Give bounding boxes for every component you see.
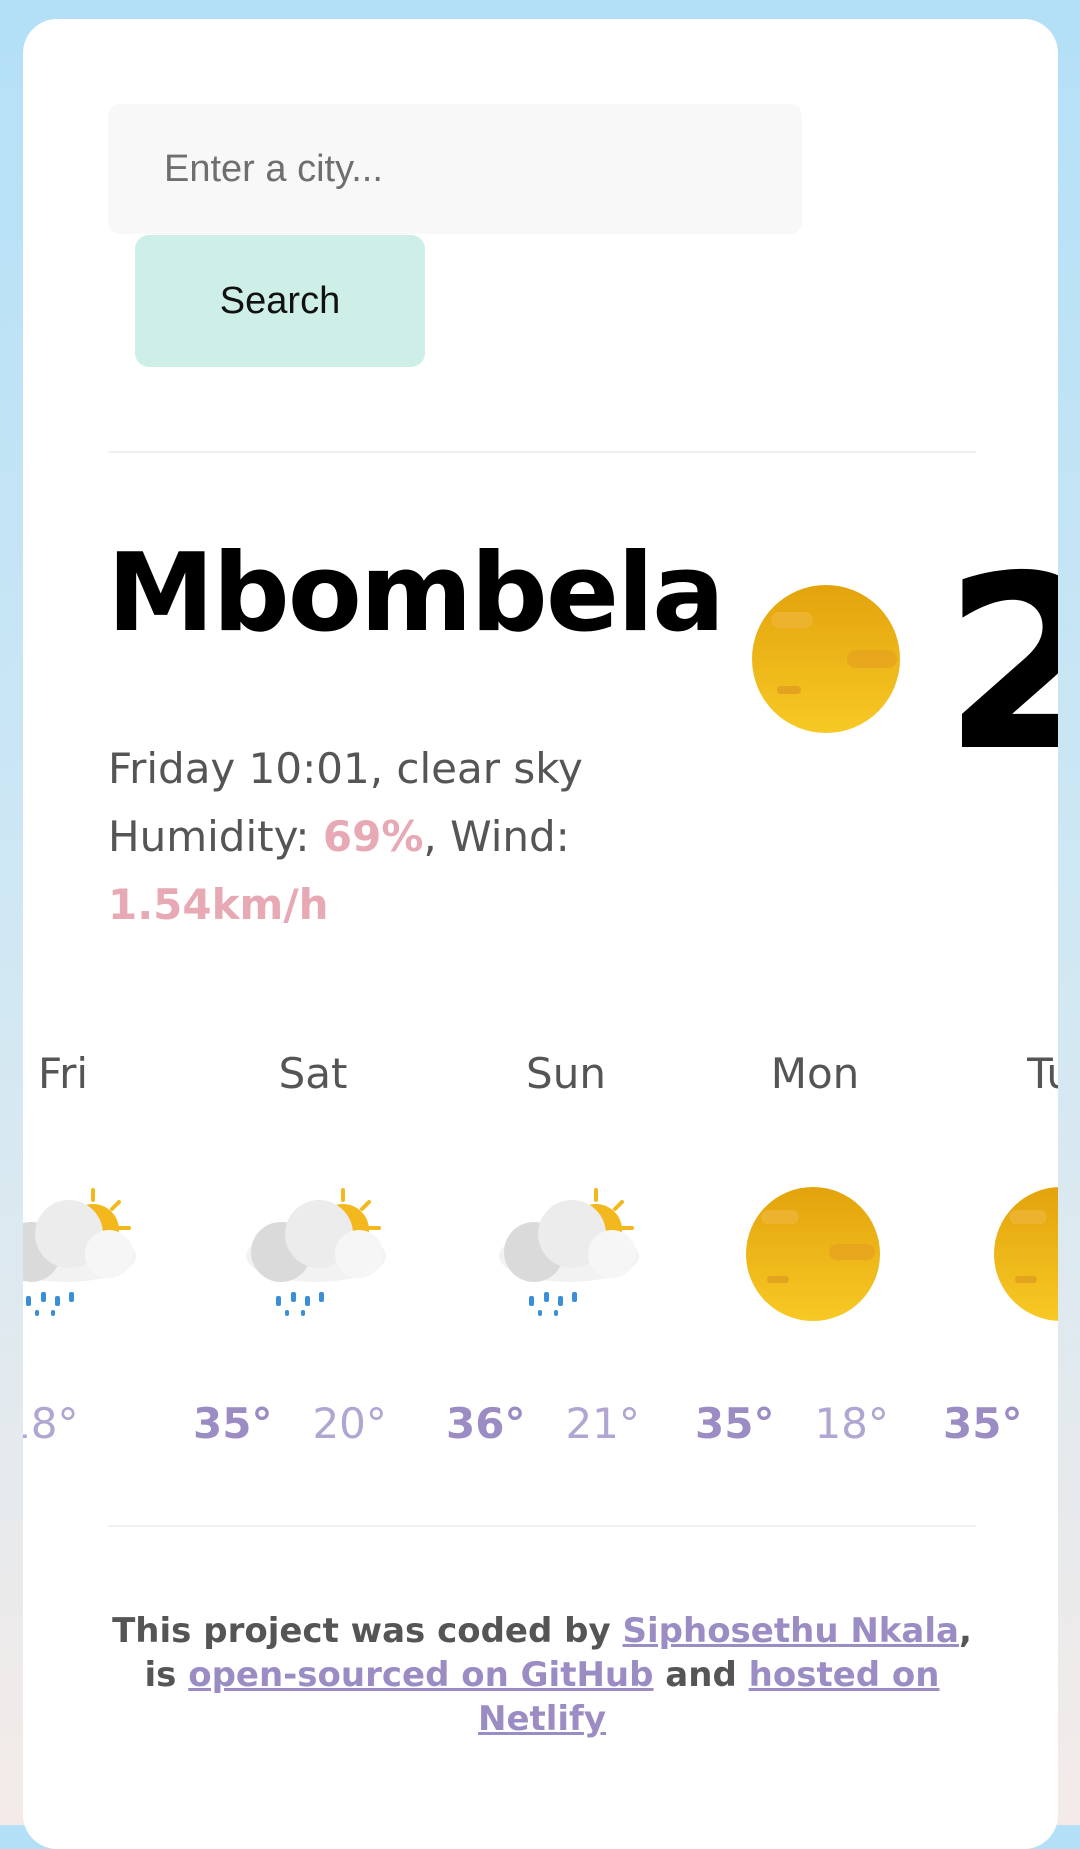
day-temps: °18° — [23, 1399, 183, 1448]
day-name: Fri — [37, 1049, 89, 1098]
temp-max: 36° — [446, 1399, 526, 1448]
humidity-value: 69% — [322, 812, 424, 861]
current-temperature: 2 — [943, 524, 1058, 804]
temp-max: 35° — [193, 1399, 273, 1448]
humidity-wind: Humidity: 69%, Wind: 1.54km/h — [108, 803, 668, 939]
city-name: Mbombela — [107, 531, 725, 656]
weather-card: Search Mbombela Friday 10:01, clear sky … — [23, 19, 1058, 1849]
divider — [108, 451, 976, 453]
forecast: Fri °18° Sat — [23, 1049, 1058, 1469]
date-description: Friday 10:01, clear sky — [108, 744, 583, 793]
humidity-label: Humidity: — [108, 812, 323, 861]
day-temps: 35° 20° — [193, 1399, 433, 1448]
day-name: Sun — [526, 1049, 606, 1098]
author-link[interactable]: Siphosethu Nkala — [623, 1611, 959, 1651]
temp-min: 18° — [23, 1399, 79, 1448]
day-time: Friday 10:01 — [108, 744, 370, 793]
sun-icon — [994, 1187, 1058, 1321]
day-name: Mon — [770, 1049, 860, 1098]
weather-details: Friday 10:01, clear sky Humidity: 69%, W… — [108, 735, 668, 939]
day-name: Tue — [1027, 1049, 1058, 1098]
description: clear sky — [396, 744, 583, 793]
temp-max: 35° — [943, 1399, 1023, 1448]
rain-cloud-sun-icon — [499, 1188, 639, 1316]
rain-cloud-sun-icon — [23, 1188, 136, 1316]
temp-min: 18° — [814, 1399, 889, 1448]
search-input[interactable] — [108, 104, 802, 234]
rain-cloud-sun-icon — [246, 1188, 386, 1316]
day-temps: 35°1 — [943, 1399, 1058, 1448]
temp-max: 35° — [695, 1399, 775, 1448]
day-temps: 35° 18° — [695, 1399, 935, 1448]
temp-min: 20° — [312, 1399, 387, 1448]
search-button[interactable]: Search — [135, 235, 425, 367]
day-temps: 36° 21° — [446, 1399, 686, 1448]
day-name: Sat — [278, 1049, 348, 1098]
divider — [108, 1525, 976, 1527]
temp-min: 21° — [565, 1399, 640, 1448]
wind-label: , Wind: — [423, 812, 570, 861]
sun-icon — [746, 1187, 880, 1321]
github-link[interactable]: open-sourced on GitHub — [188, 1655, 653, 1695]
sun-icon — [752, 585, 900, 733]
footer-text: and — [653, 1655, 749, 1695]
footer-text: This project was coded by — [112, 1611, 623, 1651]
wind-value: 1.54km/h — [108, 880, 329, 929]
footer: This project was coded by Siphosethu Nka… — [108, 1609, 976, 1741]
